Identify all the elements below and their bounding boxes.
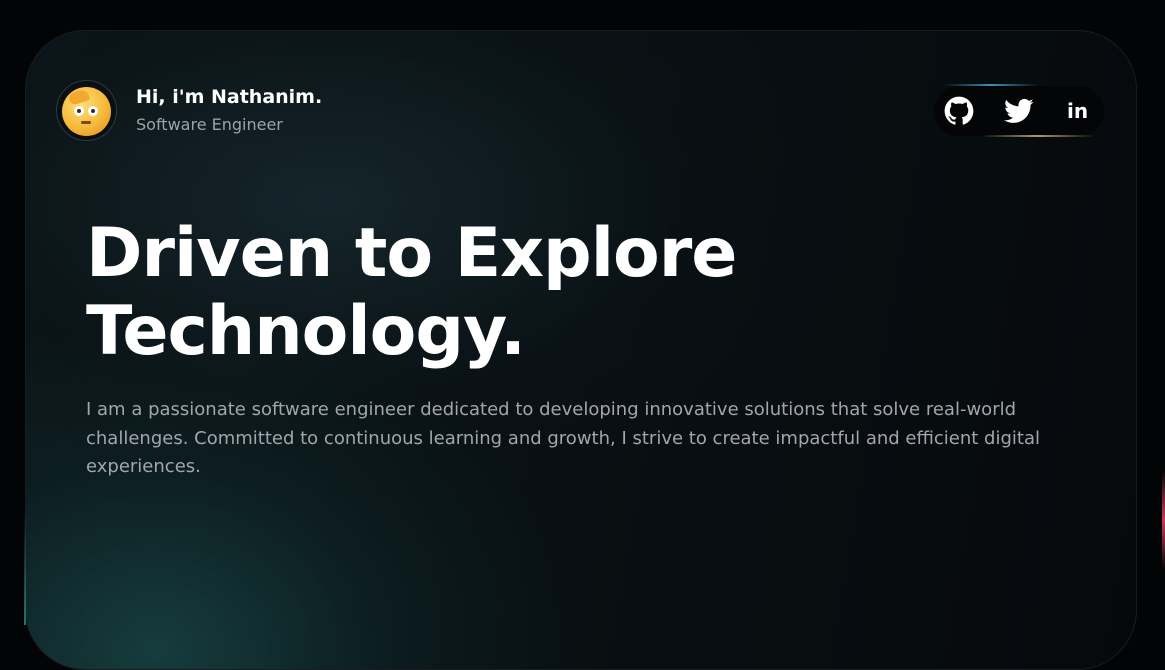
- github-icon: [944, 96, 974, 125]
- headline-line-2: Technology.: [86, 292, 526, 371]
- headline-line-1: Driven to Explore: [86, 214, 737, 293]
- profile-role: Software Engineer: [136, 115, 283, 134]
- avatar: [56, 80, 117, 141]
- social-glow-bottom: [980, 135, 1095, 137]
- twitter-icon: [1004, 98, 1034, 123]
- hero-intro: I am a passionate software engineer dedi…: [86, 399, 1040, 477]
- twitter-link[interactable]: [1004, 96, 1034, 126]
- social-links: in: [934, 86, 1104, 136]
- linkedin-link[interactable]: in: [1064, 96, 1094, 126]
- profile-name: Hi, i'm Nathanim.: [136, 86, 323, 108]
- left-accent-line: [24, 512, 26, 625]
- linkedin-icon: in: [1067, 99, 1089, 123]
- hero-headline: Driven to Explore Technology.: [86, 214, 737, 371]
- emoji-face-icon: [62, 87, 111, 136]
- github-link[interactable]: [944, 96, 974, 126]
